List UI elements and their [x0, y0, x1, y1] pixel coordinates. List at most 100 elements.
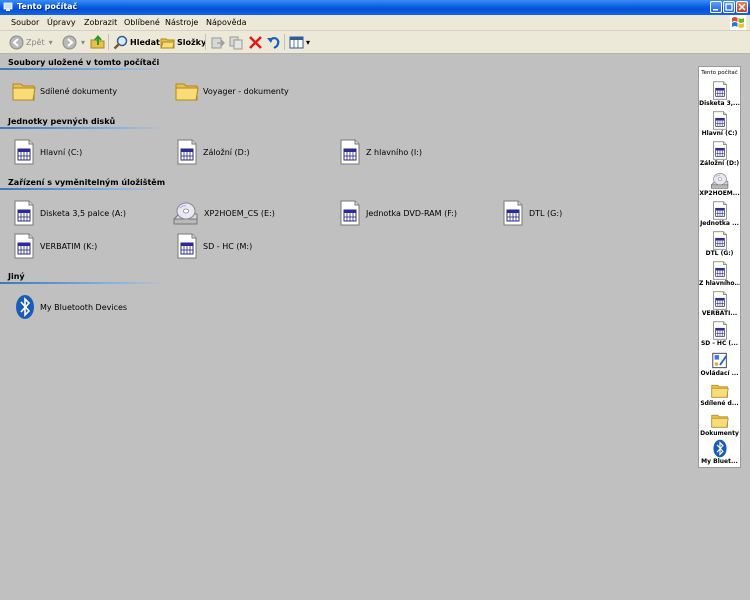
views-dropdown-icon[interactable]: ▾ [306, 38, 310, 47]
item-drive-i[interactable]: Z hlavního (I:) [338, 137, 422, 167]
item-label: VERBATIM (K:) [40, 241, 98, 251]
drive-icon [711, 231, 729, 250]
toolbar-separator [205, 34, 206, 50]
views-button[interactable]: ▾ [289, 34, 310, 50]
side-item[interactable]: Ovládací ... [699, 351, 740, 381]
search-icon [113, 35, 128, 49]
minimize-button[interactable] [710, 1, 722, 13]
drive-icon [12, 200, 36, 226]
item-label: Z hlavního (I:) [366, 147, 423, 157]
menu-napoveda[interactable]: Nápověda [206, 18, 247, 27]
drive-icon [711, 291, 729, 310]
side-item[interactable]: VERBATI... [699, 291, 740, 321]
delete-button[interactable] [248, 34, 263, 50]
side-item-label: VERBATI... [701, 310, 738, 317]
item-drive-c[interactable]: Hlavní (C:) [12, 137, 82, 167]
drive-icon [175, 233, 199, 259]
item-drive-m[interactable]: SD - HC (M:) [175, 231, 252, 261]
control-panel-icon [711, 351, 729, 370]
item-drive-f[interactable]: Jednotka DVD-RAM (F:) [338, 198, 457, 228]
forward-dropdown-icon[interactable]: ▾ [81, 38, 85, 47]
folders-button[interactable]: Složky [160, 34, 206, 50]
cd-drive-icon [172, 200, 200, 226]
group-divider [0, 68, 165, 70]
side-item-label: XP2HOEM... [699, 190, 740, 197]
drive-icon [12, 139, 36, 165]
back-button[interactable]: Zpět ▾ [9, 34, 53, 50]
undo-icon [267, 36, 280, 49]
folders-icon [160, 38, 175, 48]
side-item-label: Záložní (D:) [699, 160, 740, 167]
toolbar-separator [108, 34, 109, 50]
group-divider [0, 127, 165, 129]
item-label: Sdílené dokumenty [40, 86, 118, 96]
item-label: Jednotka DVD-RAM (F:) [366, 208, 458, 218]
menu-upravy[interactable]: Úpravy [47, 18, 76, 27]
menu-soubor[interactable]: Soubor [11, 18, 39, 27]
item-label: SD - HC (M:) [203, 241, 253, 251]
group-header: Jednotky pevných disků [8, 117, 116, 126]
group-header: Zařízení s vyměnitelným úložištěm [8, 178, 166, 187]
drive-icon [711, 81, 729, 100]
item-label: DTL (G:) [529, 208, 563, 218]
side-item[interactable]: Sdílené d... [699, 381, 740, 411]
minimize-icon [713, 9, 718, 11]
item-label: Voyager - dokumenty [203, 86, 289, 96]
side-item-label: Jednotka ... [700, 220, 739, 227]
side-item[interactable]: XP2HOEM... [699, 171, 740, 201]
item-drive-d[interactable]: Záložní (D:) [175, 137, 250, 167]
menu-nastroje[interactable]: Nástroje [165, 18, 198, 27]
side-item-label: Z hlavního... [699, 280, 740, 287]
search-label: Hledat [130, 37, 160, 47]
side-item[interactable]: SD - HC (... [699, 321, 740, 351]
move-to-button[interactable] [210, 34, 225, 50]
move-to-icon [211, 37, 225, 48]
copy-to-icon [229, 36, 243, 49]
undo-button[interactable] [266, 34, 281, 50]
menu-oblibene[interactable]: Oblíbené [124, 18, 160, 27]
search-button[interactable]: Hledat [113, 34, 160, 50]
copy-to-button[interactable] [229, 34, 244, 50]
views-icon [289, 36, 304, 48]
side-panel: Tento počítač Disketa 3,... Hlavní (C:) … [698, 66, 741, 468]
side-item-label: DTL (G:) [705, 250, 734, 257]
side-item[interactable]: Hlavní (C:) [699, 111, 740, 141]
drive-icon [711, 201, 729, 220]
group-divider [0, 188, 165, 190]
side-item[interactable]: Záložní (D:) [699, 141, 740, 171]
up-folder-icon [90, 34, 105, 49]
item-drive-e[interactable]: XP2HOEM_CS (E:) [172, 198, 275, 228]
menu-zobrazit[interactable]: Zobrazit [84, 18, 117, 27]
item-drive-g[interactable]: DTL (G:) [501, 198, 562, 228]
item-drive-a[interactable]: Disketa 3,5 palce (A:) [12, 198, 126, 228]
drive-icon [711, 141, 729, 160]
folder-icon [12, 78, 36, 104]
forward-button[interactable]: ▾ [62, 34, 85, 50]
drive-icon [711, 111, 729, 130]
side-item-label: Dokumenty [700, 430, 739, 437]
drive-icon [338, 200, 362, 226]
title-bar[interactable]: Tento počítač [0, 0, 750, 15]
side-item[interactable]: Dokumenty [699, 411, 740, 441]
side-item-label: Sdílené d... [700, 400, 739, 407]
side-item[interactable]: My Bluet... [699, 439, 740, 469]
folders-label: Složky [177, 37, 207, 47]
side-item[interactable]: Z hlavního... [699, 261, 740, 291]
drive-icon [338, 139, 362, 165]
side-item[interactable]: Jednotka ... [699, 201, 740, 231]
drive-icon [12, 233, 36, 259]
item-voyager-documents[interactable]: Voyager - dokumenty [175, 76, 289, 106]
maximize-button[interactable] [723, 1, 735, 13]
item-label: Záložní (D:) [203, 147, 250, 157]
item-label: My Bluetooth Devices [40, 302, 128, 312]
item-shared-documents[interactable]: Sdílené dokumenty [12, 76, 117, 106]
item-bluetooth-devices[interactable]: My Bluetooth Devices [14, 292, 127, 322]
back-dropdown-icon[interactable]: ▾ [49, 38, 53, 47]
item-drive-k[interactable]: VERBATIM (K:) [12, 231, 97, 261]
drive-icon [175, 139, 199, 165]
side-item[interactable]: Disketa 3,... [699, 81, 740, 111]
item-label: Disketa 3,5 palce (A:) [40, 208, 127, 218]
close-button[interactable] [736, 1, 748, 13]
up-folder-button[interactable] [90, 34, 106, 50]
side-item[interactable]: DTL (G:) [699, 231, 740, 261]
